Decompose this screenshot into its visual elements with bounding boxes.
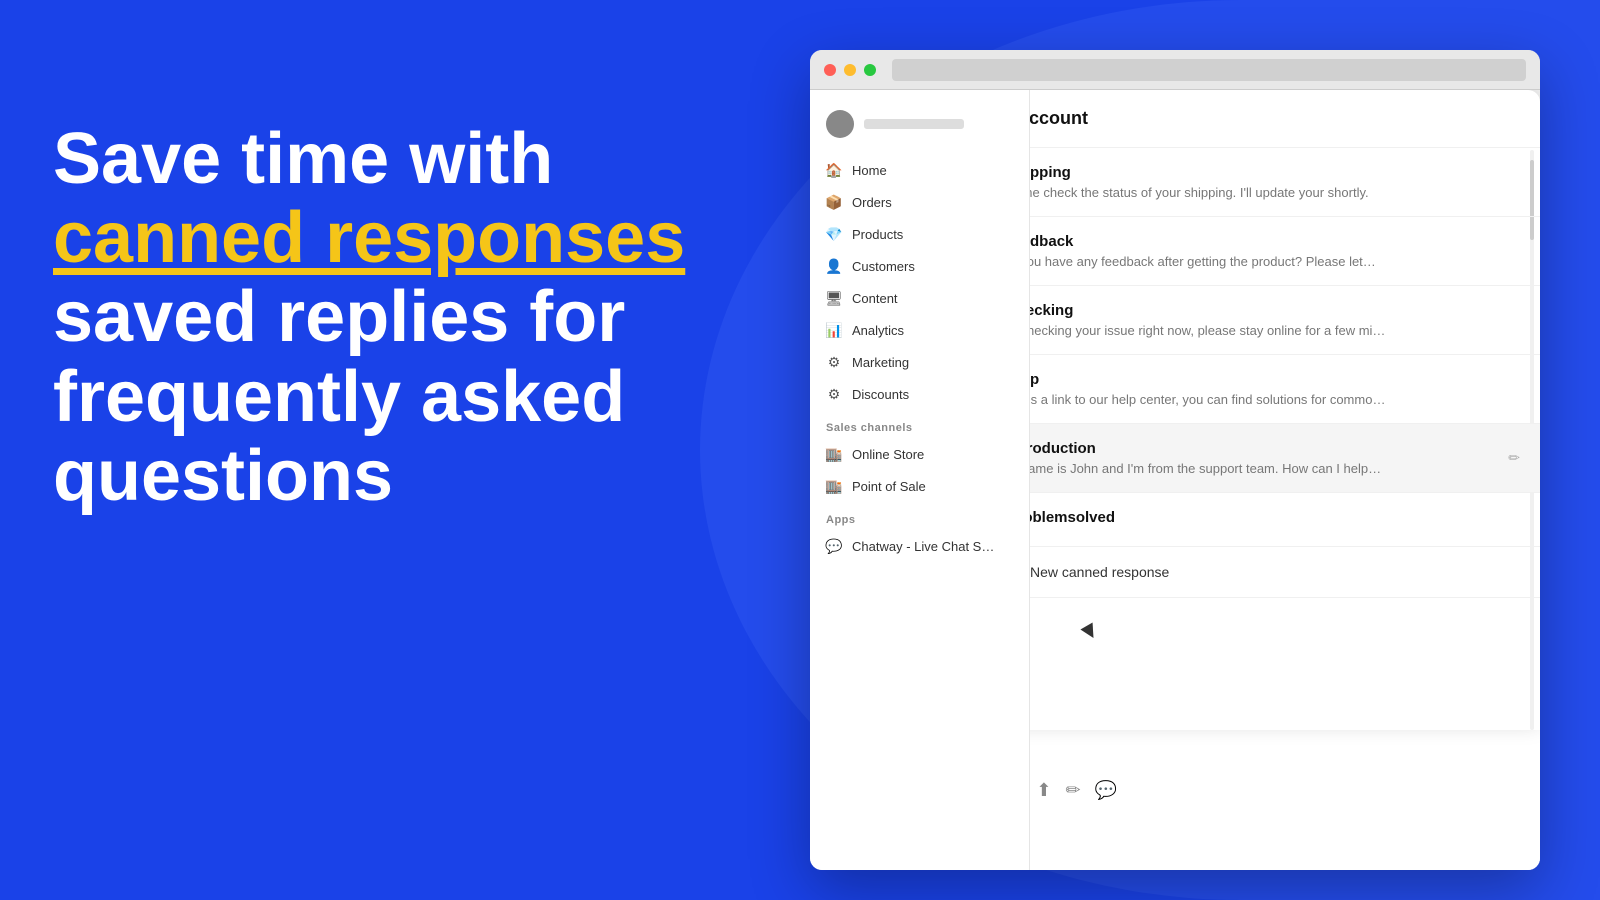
canned-item-feedback[interactable]: #feedback Do you have any feedback after… (1030, 217, 1540, 286)
canned-tag-checking: #checking (1030, 302, 1520, 319)
sales-channels-section: Sales channels (810, 410, 1029, 438)
chatway-icon: 💬 (826, 538, 842, 554)
analytics-icon: 📊 (826, 322, 842, 338)
shopify-sidebar: 🏠 Home 📦 Orders 💎 Products 👤 Customers 🖥… (810, 90, 1030, 870)
canned-item-checking[interactable]: #checking I'm checking your issue right … (1030, 286, 1540, 355)
sidebar-item-chatway[interactable]: 💬 Chatway - Live Chat S… (810, 530, 1029, 562)
canned-tag-problemsolved: #problemsolved (1030, 509, 1520, 526)
sidebar-item-online-store[interactable]: 🏬 Online Store (810, 438, 1029, 470)
sidebar-item-home-label: Home (852, 163, 887, 178)
new-canned-response-button[interactable]: + New canned response (1030, 547, 1540, 598)
sidebar-item-chatway-label: Chatway - Live Chat S… (852, 539, 994, 554)
store-name (864, 119, 964, 129)
canned-tag-feedback: #feedback (1030, 233, 1520, 250)
chat-input-toolbar: 😊 ⬆ ✏ 💬 (1030, 780, 1520, 801)
apps-section: Apps (810, 502, 1029, 530)
sidebar-item-orders[interactable]: 📦 Orders (810, 186, 1029, 218)
online-store-icon: 🏬 (826, 446, 842, 462)
edit-tool-icon[interactable]: ✏ (1066, 780, 1081, 801)
canned-preview-help: Here's a link to our help center, you ca… (1030, 392, 1520, 407)
hero-line3: saved replies for (53, 278, 753, 357)
home-icon: 🏠 (826, 162, 842, 178)
browser-dot-yellow[interactable] (844, 64, 856, 76)
sidebar-item-analytics[interactable]: 📊 Analytics (810, 314, 1029, 346)
hero-line5: questions (53, 437, 753, 516)
hero-line4: frequently asked (53, 358, 753, 437)
orders-icon: 📦 (826, 194, 842, 210)
hero-section: Save time with canned responses saved re… (53, 120, 753, 516)
shopify-layout: 🏠 Home 📦 Orders 💎 Products 👤 Customers 🖥… (810, 90, 1540, 870)
canned-preview-checking: I'm checking your issue right now, pleas… (1030, 323, 1520, 338)
marketing-icon: ⚙ (826, 354, 842, 370)
sidebar-item-discounts-label: Discounts (852, 387, 909, 402)
new-canned-response-label: New canned response (1030, 564, 1169, 580)
shopify-main: ‹ Account #shipping Let me check the sta… (1030, 90, 1540, 870)
canned-panel-header: ‹ Account (1030, 90, 1540, 148)
canned-item-introduction[interactable]: #introduction My name is John and I'm fr… (1030, 424, 1540, 493)
sidebar-item-content[interactable]: 🖥 Content (810, 282, 1029, 314)
canned-item-shipping[interactable]: #shipping Let me check the status of you… (1030, 148, 1540, 217)
sidebar-header (810, 102, 1029, 154)
canned-panel-title: Account (1030, 108, 1088, 129)
chat-tool-icon[interactable]: 💬 (1095, 780, 1117, 801)
customers-icon: 👤 (826, 258, 842, 274)
canned-tag-shipping: #shipping (1030, 164, 1520, 181)
browser-chrome (810, 50, 1540, 90)
sidebar-item-analytics-label: Analytics (852, 323, 904, 338)
discounts-icon: ⚙ (826, 386, 842, 402)
pos-icon: 🏬 (826, 478, 842, 494)
canned-list: #shipping Let me check the status of you… (1030, 148, 1540, 730)
canned-preview-feedback: Do you have any feedback after getting t… (1030, 254, 1520, 269)
sidebar-item-discounts[interactable]: ⚙ Discounts (810, 378, 1029, 410)
sidebar-item-pos-label: Point of Sale (852, 479, 926, 494)
canned-item-help[interactable]: #help Here's a link to our help center, … (1030, 355, 1540, 424)
browser-url-bar[interactable] (892, 59, 1526, 81)
browser-dot-red[interactable] (824, 64, 836, 76)
canned-preview-shipping: Let me check the status of your shipping… (1030, 185, 1520, 200)
canned-preview-introduction: My name is John and I'm from the support… (1030, 461, 1520, 476)
sidebar-item-products[interactable]: 💎 Products (810, 218, 1029, 250)
sidebar-item-marketing-label: Marketing (852, 355, 909, 370)
edit-icon[interactable]: ✏ (1508, 450, 1520, 467)
sidebar-item-orders-label: Orders (852, 195, 892, 210)
cursor (1083, 625, 1095, 643)
sidebar-item-home[interactable]: 🏠 Home (810, 154, 1029, 186)
store-avatar (826, 110, 854, 138)
browser-window: 🏠 Home 📦 Orders 💎 Products 👤 Customers 🖥… (810, 50, 1540, 870)
hero-line1: Save time with (53, 120, 753, 199)
sidebar-item-online-store-label: Online Store (852, 447, 924, 462)
sidebar-item-content-label: Content (852, 291, 898, 306)
canned-responses-panel: ‹ Account #shipping Let me check the sta… (1030, 90, 1540, 730)
products-icon: 💎 (826, 226, 842, 242)
sidebar-item-customers-label: Customers (852, 259, 915, 274)
sidebar-item-pos[interactable]: 🏬 Point of Sale (810, 470, 1029, 502)
sidebar-item-customers[interactable]: 👤 Customers (810, 250, 1029, 282)
browser-dot-green[interactable] (864, 64, 876, 76)
canned-item-problemsolved[interactable]: #problemsolved (1030, 493, 1540, 547)
content-icon: 🖥 (826, 290, 842, 306)
sidebar-item-marketing[interactable]: ⚙ Marketing (810, 346, 1029, 378)
upload-icon[interactable]: ⬆ (1036, 780, 1051, 801)
canned-tag-help: #help (1030, 371, 1520, 388)
sidebar-item-products-label: Products (852, 227, 903, 242)
canned-tag-introduction: #introduction (1030, 440, 1520, 457)
hero-line2: canned responses (53, 199, 753, 278)
